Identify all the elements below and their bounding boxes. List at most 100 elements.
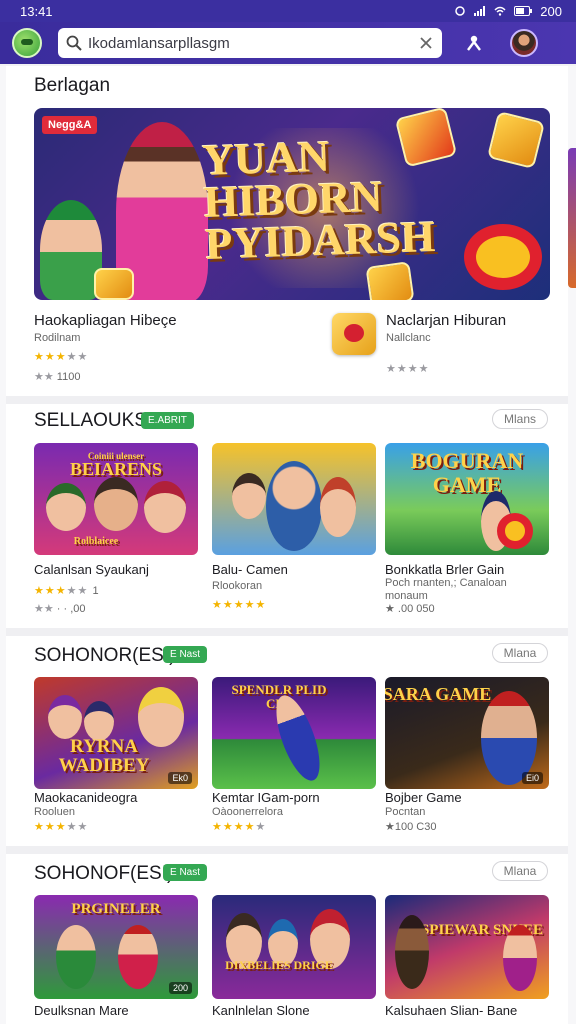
- section-badge: E Nast: [163, 646, 208, 663]
- game-card-name[interactable]: Balu- Camen: [212, 562, 288, 577]
- star-empty-icon: ★: [77, 585, 89, 597]
- game-card-image[interactable]: SPENDLR PLID CRS: [212, 677, 376, 789]
- card-art-title: PRGINELER: [71, 901, 161, 917]
- card-character: [118, 925, 158, 989]
- rating-stars: ★★★★★: [212, 598, 266, 611]
- card-character: [481, 691, 537, 785]
- search-input[interactable]: [88, 34, 408, 52]
- rating-stars: ★★★★★: [34, 350, 88, 363]
- wifi-icon: [494, 6, 506, 16]
- game-card-sub: Pocntan: [385, 806, 426, 818]
- star-filled-icon: ★: [55, 351, 67, 363]
- game-card-image[interactable]: [212, 443, 376, 555]
- star-filled-icon: ★: [212, 599, 223, 611]
- star-filled-icon: ★: [233, 821, 245, 833]
- avatar[interactable]: [510, 29, 538, 57]
- star-filled-icon: ★: [44, 585, 56, 597]
- banner-character-boy: [40, 200, 102, 300]
- game-card-sub: Poch rnanten,; Canaloan monaum: [385, 577, 507, 602]
- game-card-sub: Oàoonerrelora: [212, 806, 283, 818]
- star-empty-icon: ★: [66, 585, 78, 597]
- card-art-title: RYRNA WADIBEY: [58, 736, 150, 776]
- featured-item-sub: Nallclanc: [386, 332, 431, 344]
- card-character: [144, 481, 186, 533]
- card-art-badge: Rolblaicee: [73, 536, 119, 547]
- rating-stars-fill: ★★★★★: [34, 585, 88, 597]
- section-title: SOHONOR(ESI): [34, 645, 176, 666]
- banner-tag: Negg&A: [42, 116, 98, 134]
- star-empty-icon: ★: [386, 363, 397, 375]
- game-card-name[interactable]: Calanlsan Syaukanj: [34, 562, 149, 577]
- star-filled-icon: ★: [244, 599, 256, 611]
- section-title: SOHONOF(ESI): [34, 863, 174, 884]
- featured-item-name[interactable]: Haokapliagan Hibeçe: [34, 312, 177, 329]
- card-count-badge: 200: [168, 982, 192, 994]
- star-empty-icon: ★: [407, 363, 419, 375]
- game-card-name[interactable]: Maokacanideogra: [34, 790, 137, 805]
- star-filled-icon: ★: [222, 821, 234, 833]
- person-icon[interactable]: [464, 33, 484, 53]
- status-time: 13:41: [20, 3, 53, 19]
- game-card-name[interactable]: Kemtar IGam-porn: [212, 790, 320, 805]
- game-card-image[interactable]: SARA GAME Ei0: [385, 677, 549, 789]
- game-card-image[interactable]: Coiniii ulenser BEIARENS Rolblaicee: [34, 443, 198, 555]
- game-card-image[interactable]: RYRNA WADIBEY Ek0: [34, 677, 198, 789]
- rating-stars: ★★★★★: [212, 820, 266, 833]
- star-empty-icon: ★: [66, 821, 78, 833]
- featured-item-name[interactable]: Naclarjan Hiburan: [386, 312, 506, 329]
- section-badge: E.ABRIT: [141, 412, 194, 429]
- more-button[interactable]: Mlana: [492, 643, 548, 663]
- alarm-icon: [455, 6, 466, 16]
- more-button[interactable]: Mlans: [492, 409, 548, 429]
- clear-icon[interactable]: [418, 35, 434, 51]
- game-card-sub: Rooluen: [34, 806, 75, 818]
- game-card-name[interactable]: Kalsuhaen Slian- Bane: [385, 1003, 517, 1018]
- star-filled-icon: ★: [212, 821, 223, 833]
- star-filled-icon: ★: [244, 821, 256, 833]
- card-character: [320, 477, 356, 537]
- game-card-image[interactable]: PRGINELER 200: [34, 895, 198, 999]
- card-character: [56, 925, 96, 989]
- featured-peek-card[interactable]: [568, 148, 576, 288]
- game-card-sub: Rlookoran: [212, 580, 263, 592]
- game-card-name[interactable]: Kanlnlelan Slone: [212, 1003, 310, 1018]
- card-character: [94, 477, 138, 531]
- section-divider: [6, 846, 568, 854]
- game-card-image[interactable]: DIXBELIES DRIGE: [212, 895, 376, 999]
- star-filled-icon: ★: [222, 599, 234, 611]
- meta-stars: ★★: [34, 371, 54, 383]
- featured-item-sub: Rodilnam: [34, 332, 81, 344]
- game-card-meta: ★100 C30: [385, 821, 437, 833]
- status-bar: 13:41 200: [0, 0, 576, 22]
- rating-stars: ★★★★★: [34, 820, 88, 833]
- game-card-name[interactable]: Deulksnan Mare: [34, 1003, 129, 1018]
- star-empty-icon: ★: [255, 821, 267, 833]
- game-card-image[interactable]: BOGURAN GAME: [385, 443, 549, 555]
- meta-value: · · ,00: [56, 603, 86, 615]
- game-card-image[interactable]: SPIEWAR SNUEE: [385, 895, 549, 999]
- featured-item-icon[interactable]: [332, 313, 376, 355]
- section-title: SELLAOUKS: [34, 410, 147, 431]
- meta-value: 1100: [56, 371, 81, 383]
- banner-title: YUAN HIBORN PYIDARSH: [202, 132, 436, 269]
- more-button[interactable]: Mlana: [492, 861, 548, 881]
- card-count-badge: Ei0: [521, 772, 543, 784]
- featured-heading: Berlagan: [34, 75, 111, 96]
- section-badge: E Nast: [163, 864, 208, 881]
- star-filled-icon: ★: [34, 821, 45, 833]
- banner-cube: [365, 261, 415, 300]
- game-card-name[interactable]: Bonkkatla Brler Gain: [385, 562, 504, 577]
- app-logo[interactable]: [12, 28, 42, 58]
- rating-stars: ★★★★★ 1: [34, 584, 100, 597]
- featured-banner[interactable]: Negg&A YUAN HIBORN PYIDARSH: [34, 108, 550, 300]
- card-count-badge: Ek0: [168, 772, 192, 784]
- search-icon: [66, 35, 82, 51]
- search-box[interactable]: [58, 28, 442, 58]
- top-bar: [0, 22, 576, 64]
- battery-icon: [514, 6, 533, 16]
- game-card-name[interactable]: Bojber Game: [385, 790, 462, 805]
- card-character: [503, 925, 537, 991]
- star-empty-icon: ★: [77, 821, 89, 833]
- section-divider: [6, 396, 568, 404]
- star-filled-icon: ★: [34, 351, 45, 363]
